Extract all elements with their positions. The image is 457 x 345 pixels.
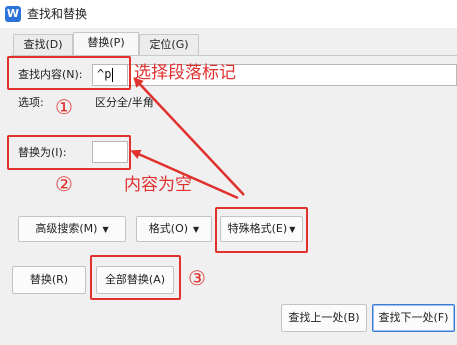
arrow-to-replace-field xyxy=(130,149,239,200)
annotation-arrows xyxy=(130,77,245,200)
